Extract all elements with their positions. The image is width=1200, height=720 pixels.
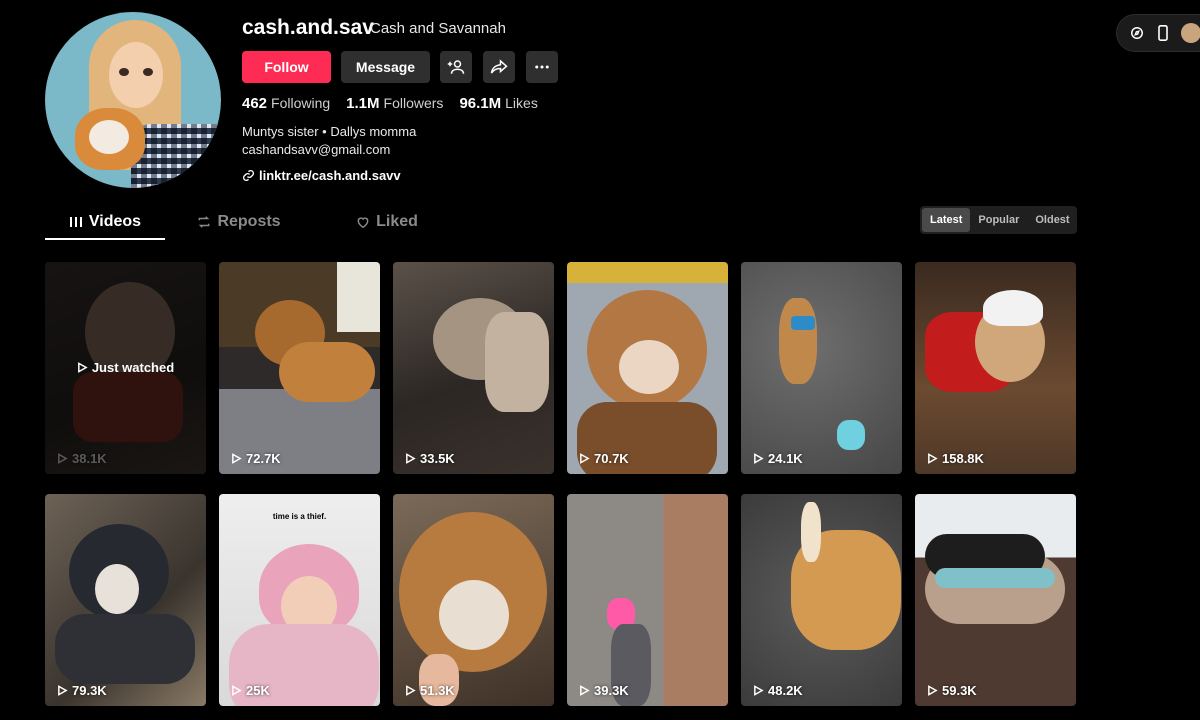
view-count: 33.5K [405,451,455,466]
follow-button[interactable]: Follow [242,51,331,83]
view-count: 51.3K [405,683,455,698]
active-tab-indicator [45,238,165,240]
ellipsis-icon [535,65,549,69]
play-outline-icon [406,685,416,696]
video-card[interactable]: 59.3K [915,494,1076,706]
play-outline-icon [928,453,938,464]
video-card[interactable]: 33.5K [393,262,554,474]
share-arrow-icon [490,59,508,74]
play-outline-icon [580,685,590,696]
play-outline-icon [58,685,68,696]
repost-icon [199,216,210,228]
message-button[interactable]: Message [341,51,430,83]
tab-liked[interactable]: Liked [313,208,461,236]
profile-tabs: Videos Reposts Liked [45,208,461,241]
sort-toggle: Latest Popular Oldest [920,206,1077,234]
tab-videos[interactable]: Videos [45,208,165,236]
video-card[interactable]: 72.7K [219,262,380,474]
play-outline-icon [580,453,590,464]
play-outline-icon [754,685,764,696]
video-card[interactable]: Just watched 38.1K [45,262,206,474]
video-caption: time is a thief. [272,512,327,521]
phone-icon[interactable] [1155,25,1171,41]
video-card[interactable]: 158.8K [915,262,1076,474]
stat-likes: 96.1M Likes [459,95,538,112]
floating-toolbar [1116,14,1200,52]
link-icon [242,169,255,182]
play-outline-icon [928,685,938,696]
video-card[interactable]: 39.3K [567,494,728,706]
view-count: 70.7K [579,451,629,466]
video-grid: Just watched 38.1K 72.7K 33.5K 70.7K 24.… [45,262,1077,706]
play-outline-icon [232,685,242,696]
video-card[interactable]: 79.3K [45,494,206,706]
profile-bio: Muntys sister • Dallys momma cashandsavv… [242,123,416,159]
view-count: 24.1K [753,451,803,466]
sort-oldest[interactable]: Oldest [1027,208,1077,232]
play-outline-icon [406,453,416,464]
play-outline-icon [754,453,764,464]
video-card[interactable]: 48.2K [741,494,902,706]
bio-email: cashandsavv@gmail.com [242,142,391,157]
view-count: 158.8K [927,451,984,466]
sort-popular[interactable]: Popular [970,208,1027,232]
share-button[interactable] [483,51,515,83]
view-count: 25K [231,683,270,698]
video-card[interactable]: time is a thief. 25K [219,494,380,706]
suggested-accounts-button[interactable] [440,51,472,83]
tab-reposts[interactable]: Reposts [165,208,313,236]
view-count: 72.7K [231,451,281,466]
video-card[interactable]: 70.7K [567,262,728,474]
view-count: 59.3K [927,683,977,698]
profile-link[interactable]: linktr.ee/cash.and.savv [242,168,401,183]
play-outline-icon [232,453,242,464]
video-card[interactable]: 24.1K [741,262,902,474]
add-person-icon [447,60,465,74]
video-card[interactable]: 51.3K [393,494,554,706]
view-count: 39.3K [579,683,629,698]
profile-avatar[interactable] [45,12,221,188]
compass-icon[interactable] [1129,25,1145,41]
sort-latest[interactable]: Latest [922,208,971,232]
play-outline-icon [58,453,68,464]
more-options-button[interactable] [526,51,558,83]
profile-nickname: Cash and Savannah [370,20,506,37]
stat-followers[interactable]: 1.1M Followers [346,95,443,112]
profile-stats: 462 Following 1.1M Followers 96.1M Likes [242,95,538,112]
heart-outline-icon [357,217,369,229]
user-avatar-small[interactable] [1181,23,1200,43]
play-outline-icon [77,362,88,373]
grid-bars-icon [69,217,82,227]
stat-following[interactable]: 462 Following [242,95,330,112]
view-count: 38.1K [57,451,107,466]
profile-username: cash.and.sav [242,16,374,39]
profile-link-text[interactable]: linktr.ee/cash.and.savv [259,168,401,183]
just-watched-label: Just watched [45,360,206,375]
view-count: 48.2K [753,683,803,698]
view-count: 79.3K [57,683,107,698]
bio-line: Muntys sister • Dallys momma [242,124,417,139]
